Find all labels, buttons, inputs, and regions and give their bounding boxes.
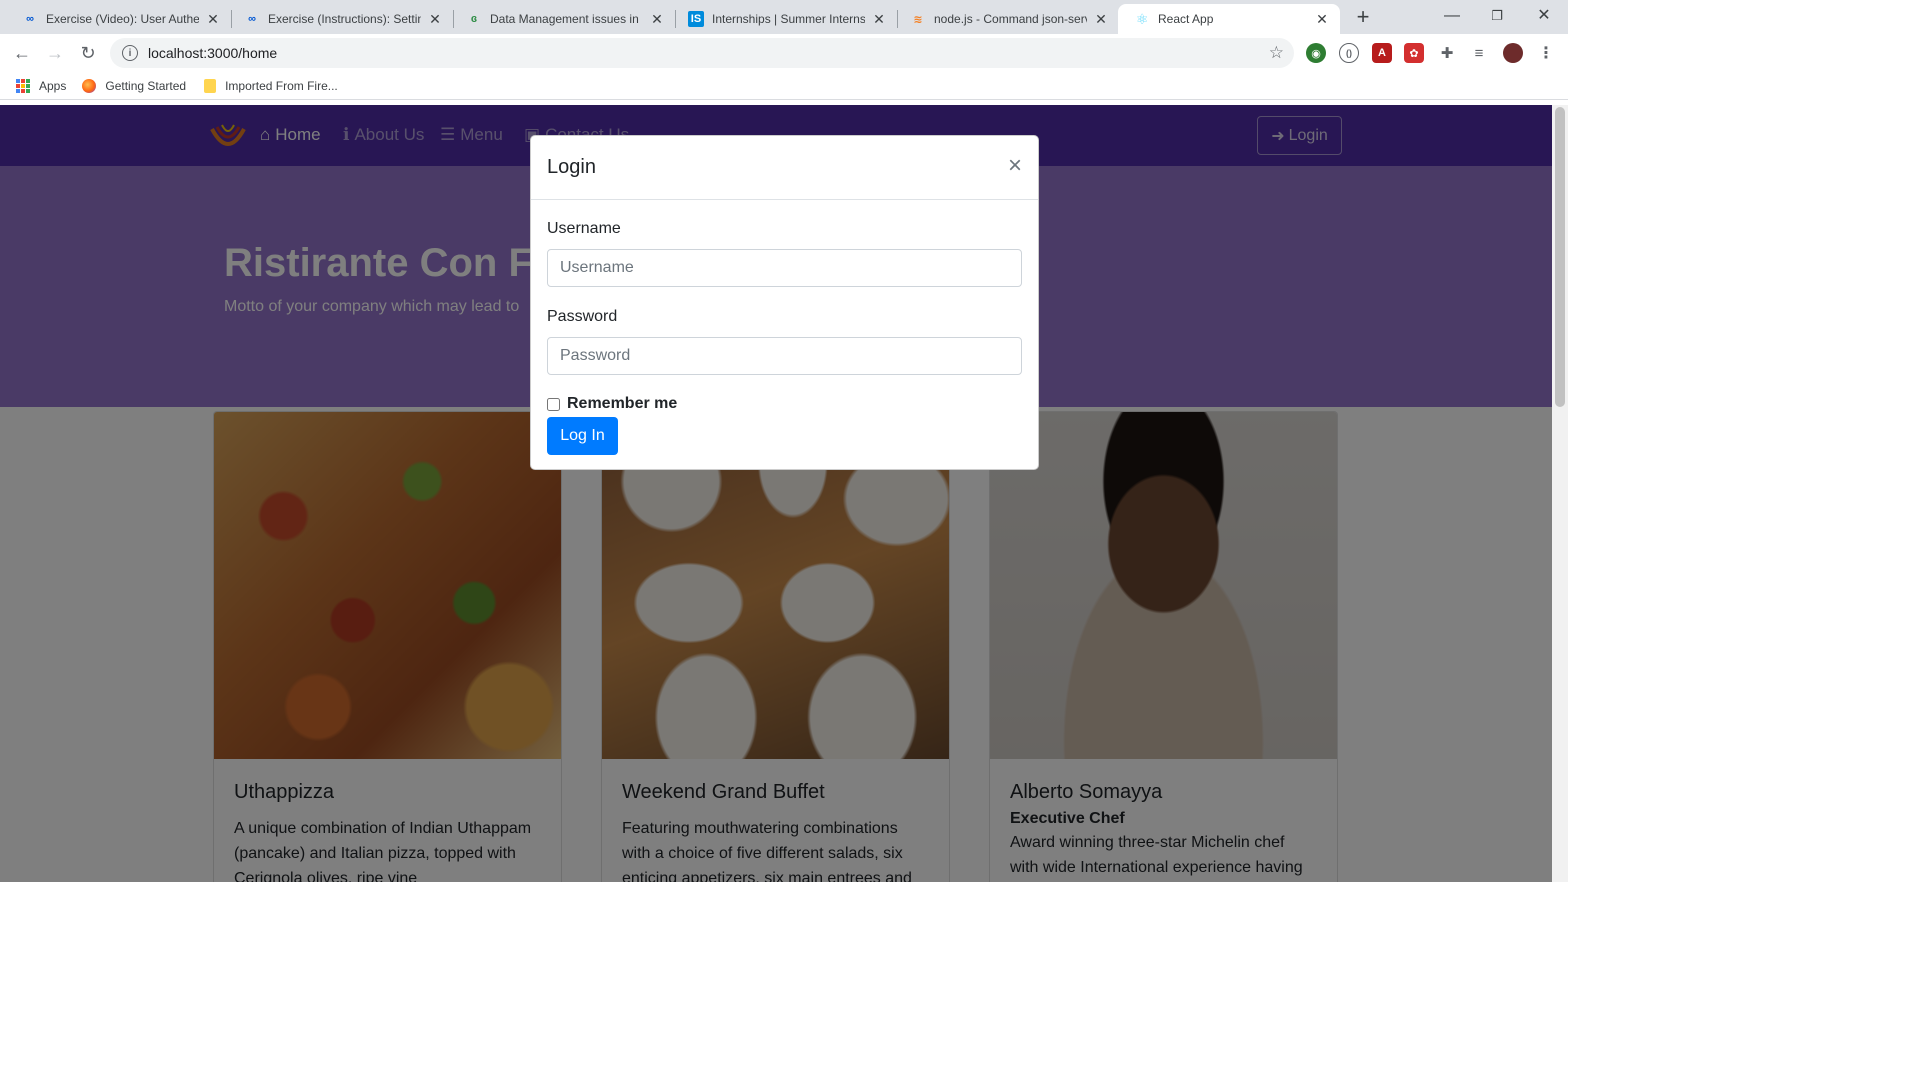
tab-title: Exercise (Instructions): Setting [268,12,421,26]
geeksforgeeks-icon: ɞ [470,13,478,25]
internshala-icon: IS [688,11,704,27]
remember-me-label[interactable]: Remember me [567,395,677,413]
password-input[interactable] [547,337,1022,375]
pdf-extension-icon[interactable]: A [1372,43,1392,63]
stackoverflow-icon: ≋ [913,13,923,26]
extension-code-icon[interactable]: () [1339,43,1359,63]
minimize-icon[interactable]: — [1432,4,1472,28]
profile-avatar[interactable] [1503,43,1523,63]
folder-icon [204,78,217,93]
browser-toolbar: ← → ↻ i localhost:3000/home ☆ ◉ () A ✿ ✚… [0,34,1568,72]
modal-header: Login × [531,136,1038,200]
extension-globe-icon[interactable]: ◉ [1306,43,1326,63]
tab-strip: ∞ Exercise (Video): User Authen ✕ ∞ Exer… [0,0,1568,34]
close-tab-icon[interactable]: ✕ [649,11,665,28]
site-info-icon[interactable]: i [122,45,138,61]
forward-arrow-icon[interactable]: → [41,40,69,66]
react-icon: ⚛ [1135,10,1149,27]
log-in-button[interactable]: Log In [547,417,618,455]
tab-title: React App [1158,12,1214,26]
password-label: Password [547,308,618,325]
back-arrow-icon[interactable]: ← [8,40,36,66]
restore-icon[interactable]: ❐ [1477,4,1517,28]
apps-grid-icon [16,78,30,93]
browser-tab[interactable]: ɞ Data Management issues in ✕ [450,4,675,34]
browser-tab[interactable]: IS Internships | Summer Interns ✕ [672,4,897,34]
browser-tab[interactable]: ∞ Exercise (Instructions): Setting ✕ [228,4,453,34]
address-bar[interactable]: i localhost:3000/home ☆ [110,38,1294,68]
tab-title: node.js - Command json-serv [934,12,1087,26]
bookmark-label: Getting Started [105,78,187,93]
extension-red-icon[interactable]: ✿ [1404,43,1424,63]
username-input[interactable] [547,249,1022,287]
extensions-puzzle-icon[interactable]: ✚ [1437,43,1457,63]
close-tab-icon[interactable]: ✕ [427,11,443,28]
chrome-menu-icon[interactable]: ⋮ [1536,43,1556,63]
tab-title: Internships | Summer Interns [712,12,865,26]
scrollbar-thumb[interactable] [1555,107,1565,407]
bookmark-label: Imported From Fire... [225,78,338,93]
window-close-icon[interactable]: ✕ [1524,4,1564,28]
page-scrollbar[interactable] [1552,105,1568,882]
close-tab-icon[interactable]: ✕ [205,11,221,28]
close-tab-icon[interactable]: ✕ [871,11,887,28]
url-text[interactable]: localhost:3000/home [148,45,1269,61]
close-tab-icon[interactable]: ✕ [1093,11,1109,28]
page-viewport: ⌂ Home ℹ About Us ☰ Menu ▣ Contact Us ➜ … [0,105,1552,882]
firefox-icon [82,78,97,93]
browser-tab-active[interactable]: ⚛ React App ✕ [1118,4,1340,34]
close-tab-icon[interactable]: ✕ [1314,11,1330,28]
tab-title: Exercise (Video): User Authen [46,12,199,26]
browser-tab[interactable]: ∞ Exercise (Video): User Authen ✕ [6,4,231,34]
new-tab-button[interactable]: + [1352,6,1374,28]
remember-me-checkbox[interactable] [547,397,560,411]
remember-me-row: Remember me [547,395,677,413]
bookmark-label: Apps [39,78,67,93]
reload-icon[interactable]: ↻ [74,40,102,66]
media-queue-icon[interactable]: ≡ [1469,43,1489,63]
bookmark-folder-imported[interactable]: Imported From Fire... [204,78,338,93]
close-icon[interactable]: × [1008,154,1022,178]
bookmark-getting-started[interactable]: Getting Started [82,78,187,93]
bookmark-apps[interactable]: Apps [16,78,67,93]
bookmarks-bar: Apps Getting Started Imported From Fire.… [0,72,1568,100]
browser-tab[interactable]: ≋ node.js - Command json-serv ✕ [894,4,1119,34]
coursera-icon: ∞ [26,13,34,25]
login-modal: Login × Username Password Remember me Lo… [530,135,1039,470]
bookmark-star-icon[interactable]: ☆ [1269,43,1284,63]
modal-title: Login [547,156,596,178]
username-label: Username [547,220,621,237]
tab-title: Data Management issues in [490,12,639,26]
coursera-icon: ∞ [248,13,256,25]
